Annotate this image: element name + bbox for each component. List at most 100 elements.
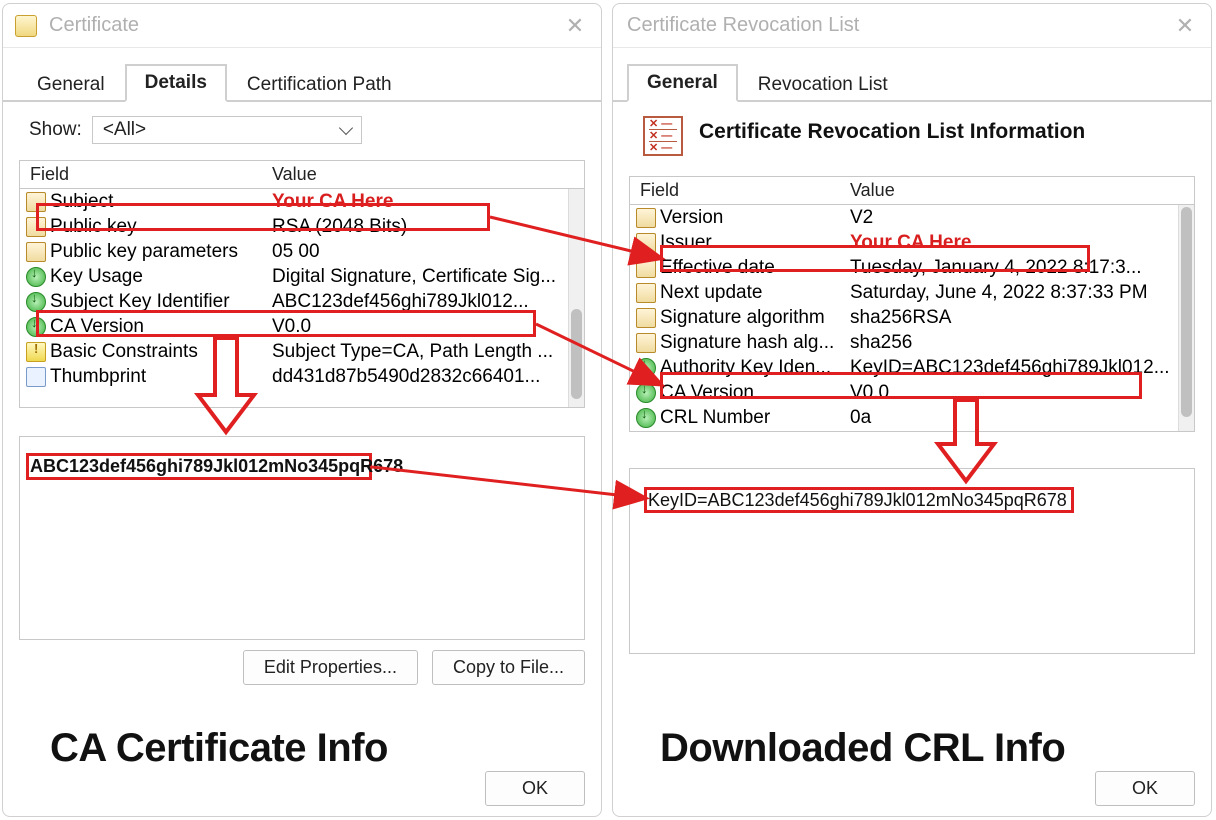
table-row[interactable]: Subject Key IdentifierABC123def456ghi789… xyxy=(20,289,584,314)
crl-info-title: Certificate Revocation List Information xyxy=(699,116,1085,144)
table-row[interactable]: Issuer Your CA Here xyxy=(630,230,1194,255)
field-value: V0.0 xyxy=(272,316,584,338)
table-row[interactable]: Signature algorithm sha256RSA xyxy=(630,305,1194,330)
field-label: Authority Key Iden... xyxy=(660,357,831,379)
doc-icon xyxy=(26,367,46,387)
show-value: <All> xyxy=(103,119,146,141)
right-caption: Downloaded CRL Info xyxy=(660,726,1065,771)
crl-table: Field Value VersionV2IssuerYour CA HereE… xyxy=(629,176,1195,432)
certificate-dialog: Certificate ✕ General Details Certificat… xyxy=(2,3,602,817)
tab-general[interactable]: General xyxy=(17,66,125,102)
certificate-icon xyxy=(15,15,37,37)
button-row: Edit Properties... Copy to File... xyxy=(3,640,601,685)
window-title: Certificate xyxy=(43,14,561,37)
table-row[interactable]: CRL Number 0a xyxy=(630,405,1194,430)
scrollbar[interactable] xyxy=(568,189,584,407)
left-value-detail: ABC123def456ghi789Jkl012mNo345pqR678 xyxy=(30,456,403,477)
green-icon xyxy=(26,267,46,287)
scrollbar-thumb[interactable] xyxy=(1181,207,1192,417)
field-label: Public key parameters xyxy=(50,241,238,263)
window-title: Certificate Revocation List xyxy=(625,14,1171,37)
table-row[interactable]: CA VersionV0.0 xyxy=(20,314,584,339)
table-row[interactable]: Key UsageDigital Signature, Certificate … xyxy=(20,264,584,289)
col-header-value[interactable]: Value xyxy=(272,164,584,185)
field-value: Saturday, June 4, 2022 8:37:33 PM xyxy=(850,282,1194,304)
field-label: Signature hash alg... xyxy=(660,332,834,354)
field-label: CRL Number xyxy=(660,407,770,429)
field-value: 0a xyxy=(850,407,1194,429)
field-value: RSA (2048 Bits) xyxy=(272,216,584,238)
field-label: Basic Constraints xyxy=(50,341,198,363)
table-row[interactable]: Effective date Tuesday, January 4, 2022 8… xyxy=(630,255,1194,280)
field-label: CA Version xyxy=(660,382,754,404)
sq-icon xyxy=(636,233,656,253)
crl-dialog: Certificate Revocation List ✕ General Re… xyxy=(612,3,1212,817)
table-row[interactable]: CA Version V0.0 xyxy=(630,380,1194,405)
sq-icon xyxy=(636,308,656,328)
tab-strip: General Details Certification Path xyxy=(3,48,601,102)
show-filter-row: Show: <All> xyxy=(3,116,601,156)
yellow-icon xyxy=(26,342,46,362)
col-header-field[interactable]: Field xyxy=(636,180,850,201)
titlebar: Certificate ✕ xyxy=(3,4,601,48)
right-value-detail: KeyID=ABC123def456ghi789Jkl012mNo345pqR6… xyxy=(648,490,1067,511)
sq-icon xyxy=(26,242,46,262)
field-label: Next update xyxy=(660,282,762,304)
table-row[interactable]: Next update Saturday, June 4, 2022 8:37:3… xyxy=(630,280,1194,305)
table-row[interactable]: Signature hash alg... sha256 xyxy=(630,330,1194,355)
field-label: Signature algorithm xyxy=(660,307,825,329)
table-row[interactable]: Basic Constraints Subject Type=CA, Path L… xyxy=(20,339,584,364)
tab-details[interactable]: Details xyxy=(125,64,227,102)
field-value: 05 00 xyxy=(272,241,584,263)
field-value: sha256 xyxy=(850,332,1194,354)
field-label: Effective date xyxy=(660,257,775,279)
sq-icon xyxy=(636,258,656,278)
table-row[interactable]: Authority Key Iden... KeyID=ABC123def456g… xyxy=(630,355,1194,380)
scrollbar[interactable] xyxy=(1178,205,1194,431)
ok-button[interactable]: OK xyxy=(485,771,585,806)
ok-button[interactable]: OK xyxy=(1095,771,1195,806)
sq-icon xyxy=(636,283,656,303)
scrollbar-thumb[interactable] xyxy=(571,309,582,399)
field-value: V0.0 xyxy=(850,382,1194,404)
table-row[interactable]: Public key RSA (2048 Bits) xyxy=(20,214,584,239)
tab-revocation-list[interactable]: Revocation List xyxy=(738,66,908,102)
field-value: Your CA Here xyxy=(272,191,584,213)
copy-to-file-button[interactable]: Copy to File... xyxy=(432,650,585,685)
tab-cert-path[interactable]: Certification Path xyxy=(227,66,412,102)
crl-info-header: ✕ —✕ —✕ — Certificate Revocation List In… xyxy=(613,116,1211,176)
close-icon[interactable]: ✕ xyxy=(561,13,589,39)
show-label: Show: xyxy=(29,119,82,141)
field-label: Subject xyxy=(50,191,113,213)
crl-icon: ✕ —✕ —✕ — xyxy=(643,116,683,156)
field-label: Thumbprint xyxy=(50,366,146,388)
sq-icon xyxy=(636,333,656,353)
field-value: Your CA Here xyxy=(850,232,1194,254)
show-dropdown[interactable]: <All> xyxy=(92,116,362,144)
col-header-field[interactable]: Field xyxy=(26,164,272,185)
field-value: V2 xyxy=(850,207,1194,229)
green-icon xyxy=(636,383,656,403)
field-value: dd431d87b5490d2832c66401... xyxy=(272,366,584,388)
field-label: Issuer xyxy=(660,232,712,254)
field-value: KeyID=ABC123def456ghi789Jkl012... xyxy=(850,357,1194,379)
tab-general[interactable]: General xyxy=(627,64,738,102)
field-label: Public key xyxy=(50,216,137,238)
green-icon xyxy=(26,317,46,337)
left-caption: CA Certificate Info xyxy=(50,726,388,771)
close-icon[interactable]: ✕ xyxy=(1171,13,1199,39)
field-value: sha256RSA xyxy=(850,307,1194,329)
table-row[interactable]: Version V2 xyxy=(630,205,1194,230)
edit-properties-button[interactable]: Edit Properties... xyxy=(243,650,418,685)
field-value: Tuesday, January 4, 2022 8:17:3... xyxy=(850,257,1194,279)
field-value: Subject Type=CA, Path Length ... xyxy=(272,341,584,363)
table-row[interactable]: Public key parameters 05 00 xyxy=(20,239,584,264)
tab-strip: General Revocation List xyxy=(613,48,1211,102)
table-row[interactable]: Thumbprint dd431d87b5490d2832c66401... xyxy=(20,364,584,389)
green-icon xyxy=(636,358,656,378)
col-header-value[interactable]: Value xyxy=(850,180,1194,201)
sq-icon xyxy=(26,217,46,237)
field-value: ABC123def456ghi789Jkl012... xyxy=(272,291,584,313)
field-label: Version xyxy=(660,207,723,229)
table-row[interactable]: Subject Your CA Here xyxy=(20,189,584,214)
